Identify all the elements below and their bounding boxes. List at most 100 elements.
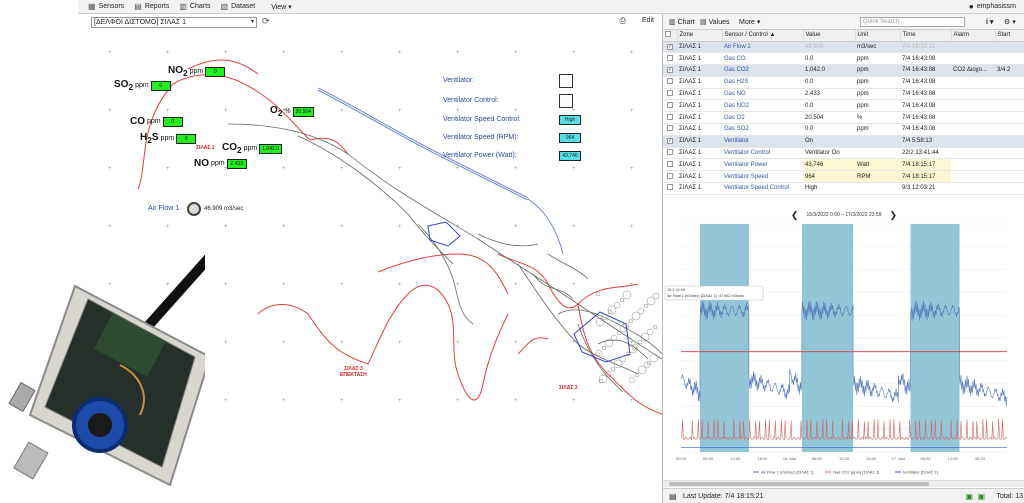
table-row[interactable]: ΣΙΛΑΣ 1 Gas NO 2.433 ppm 7/4 16:43:08 — [663, 88, 1024, 101]
info-icon[interactable]: i ▾ — [986, 18, 993, 26]
grid-marker: + — [340, 282, 344, 288]
column-header[interactable]: Unit — [855, 30, 901, 42]
grid-marker: + — [166, 50, 170, 56]
grid-marker: + — [514, 282, 518, 288]
reports-button[interactable]: ▤ Reports — [134, 2, 169, 11]
tooltip-title: 15.3 04:56 — [667, 288, 685, 292]
table-row[interactable]: ΣΙΛΑΣ 1 Gas CO 0.0 ppm 7/4 16:43:08 — [663, 52, 1024, 66]
charts-button[interactable]: ▥ Charts — [179, 2, 210, 11]
gear-icon[interactable]: ⚙ ▾ — [1004, 18, 1016, 26]
rock-pillar — [613, 301, 621, 309]
print-icon[interactable]: ⎙ — [620, 16, 626, 26]
zone-boundary — [377, 253, 509, 295]
rock-pillar — [622, 290, 632, 300]
row-checkbox[interactable] — [663, 123, 677, 136]
row-checkbox[interactable]: ✓ — [663, 135, 677, 148]
cell-value: 0.0 — [803, 99, 855, 113]
row-checkbox[interactable] — [663, 99, 677, 113]
grid-marker: + — [282, 340, 286, 346]
table-row[interactable]: ΣΙΛΑΣ 1 Gas H2S 0.0 ppm 7/4 16:43:08 — [663, 76, 1024, 89]
cell-alarm: CO2 Διοχο... — [951, 64, 995, 77]
prev-range-icon[interactable]: ❮ — [791, 210, 799, 221]
table-row[interactable]: ✓ ΣΙΛΑΣ 1 Gas CO2 1,042.0 ppm 7/4 16:43:08 CO2… — [663, 64, 1024, 77]
more-menu[interactable]: More ▾ — [739, 18, 760, 26]
sensor-no2[interactable]: NO2 ppm 0 — [168, 65, 226, 78]
row-checkbox[interactable] — [663, 52, 677, 66]
row-checkbox[interactable] — [663, 158, 677, 172]
column-header[interactable]: Zone — [677, 30, 723, 42]
export-icon[interactable]: ▣ — [965, 492, 973, 501]
cell-value: 0.0 — [803, 52, 855, 66]
grid-marker: + — [630, 224, 634, 230]
x-tick-label: 06:00 — [920, 456, 931, 461]
rock-pillar — [619, 297, 625, 303]
cell-unit — [855, 135, 900, 148]
user-menu[interactable]: ● emphasissm — [969, 2, 1016, 11]
chevron-down-icon: ▾ — [250, 19, 254, 25]
column-header[interactable]: Start — [995, 30, 1024, 42]
sensors-button[interactable]: ▦ Sensors — [88, 2, 124, 11]
ventilator-control-icon[interactable] — [559, 94, 573, 108]
table-row[interactable]: ΣΙΛΑΣ 1 Gas NO2 0.0 ppm 7/4 16:43:08 — [663, 99, 1024, 113]
cell-time: 7/4 16:43:08 — [900, 123, 951, 136]
sensor-co2-value: 1,042.0 — [259, 143, 282, 154]
select-all-checkbox[interactable] — [663, 30, 678, 42]
sensor-o2[interactable]: O2% 20.504 — [270, 105, 314, 118]
sensor-h2s[interactable]: H2S ppm 0 — [140, 132, 197, 145]
table-row[interactable]: ΣΙΛΑΣ 1 Gas O2 20.504% 7/4 16:43:08 — [663, 111, 1024, 125]
refresh-icon[interactable]: ⟳ — [262, 16, 270, 27]
quick-search-input[interactable]: Quick Search... — [860, 17, 965, 27]
edit-button[interactable]: Edit — [642, 17, 654, 24]
cell-alarm — [951, 158, 995, 172]
ventilator-speed-control-value[interactable]: High — [559, 115, 581, 125]
legend-item[interactable]: Air Flow 1 (m3/sec) [ΣΙΛΑΣ 1] — [761, 470, 814, 475]
table-row[interactable]: ✓ ΣΙΛΑΣ 1 Air Flow 1 46.909 m3/sec 7/4 18:15:… — [663, 41, 1024, 54]
row-checkbox[interactable] — [663, 170, 677, 184]
zone-boundary — [309, 137, 349, 155]
row-checkbox[interactable] — [663, 88, 677, 101]
rock-pillar — [610, 366, 616, 372]
table-row[interactable]: ✓ ΣΙΛΑΣ 1 Ventilator On 7/4 5:58:13 — [663, 135, 1024, 148]
scrollbar-thumb[interactable] — [669, 482, 929, 486]
values-tab[interactable]: ▤ Values — [700, 18, 730, 27]
row-checkbox[interactable] — [663, 182, 677, 195]
next-range-icon[interactable]: ❯ — [890, 210, 898, 221]
table-row[interactable]: ΣΙΛΑΣ 1 Ventilator Speed Control High 9/3 1… — [663, 182, 1024, 195]
grid-marker: + — [224, 224, 228, 230]
row-checkbox[interactable]: ✓ — [663, 64, 677, 77]
row-checkbox[interactable] — [663, 76, 677, 89]
view-menu[interactable]: View ▾ — [271, 3, 292, 11]
cell-start — [995, 170, 1024, 184]
zone-select[interactable]: [ΔΕΛΦΟΙ ΔΙΣΤΟΜΟ] ΣΙΛΑΣ 1 ▾ — [91, 17, 257, 28]
sensor-co[interactable]: CO ppm 0 — [130, 116, 183, 127]
x-tick-label: 12:00 — [839, 456, 850, 461]
dataset-button[interactable]: ▧ Dataset — [221, 2, 256, 11]
column-header[interactable]: Value — [803, 30, 856, 42]
table-row[interactable]: ΣΙΛΑΣ 1 Ventilator Control Ventilator On 22… — [663, 147, 1024, 160]
table-row[interactable]: ΣΙΛΑΣ 1 Gas SO2 0.0 ppm 7/4 16:43:08 — [663, 123, 1024, 136]
sensor-so2[interactable]: SO2 ppm 0 — [114, 79, 171, 92]
legend-item[interactable]: Ventilator [ΣΙΛΑΣ 1] — [903, 470, 938, 475]
table-row[interactable]: ΣΙΛΑΣ 1 Ventilator Speed 964 RPM 7/4 18:15:1… — [663, 170, 1024, 184]
row-checkbox[interactable] — [663, 147, 677, 160]
column-header[interactable]: Alarm — [951, 30, 996, 42]
cell-start — [995, 182, 1024, 195]
sensor-co2[interactable]: CO2 ppm 1,042.0 — [222, 142, 282, 155]
grid-marker: + — [282, 398, 286, 404]
column-header[interactable]: Sensor / Control ▲ — [722, 30, 804, 42]
cell-value: 1,042.0 — [803, 64, 855, 77]
chart-tab[interactable]: ▥ Chart — [669, 18, 695, 27]
row-checkbox[interactable]: ✓ — [663, 41, 677, 54]
zone-boundary — [497, 253, 639, 309]
sensor-no[interactable]: NO ppm 2.433 — [194, 158, 247, 169]
horizontal-scrollbar[interactable] — [663, 480, 1024, 487]
sensor-h2s-value: 0 — [176, 133, 197, 144]
row-checkbox[interactable] — [663, 111, 677, 125]
legend-item[interactable]: Gas CO2 (ppm) [ΣΙΛΑΣ 1] — [833, 470, 879, 475]
ventilator-speed-value: 964 — [559, 133, 581, 143]
cell-time: 7/4 18:15:21 — [900, 41, 951, 54]
column-header[interactable]: Time — [900, 30, 952, 42]
ventilator-fan-icon[interactable] — [559, 74, 573, 88]
table-row[interactable]: ΣΙΛΑΣ 1 Ventilator Power 43,746 Watt 7/4 18:… — [663, 158, 1024, 172]
pdf-icon[interactable]: ▣ — [977, 492, 985, 501]
